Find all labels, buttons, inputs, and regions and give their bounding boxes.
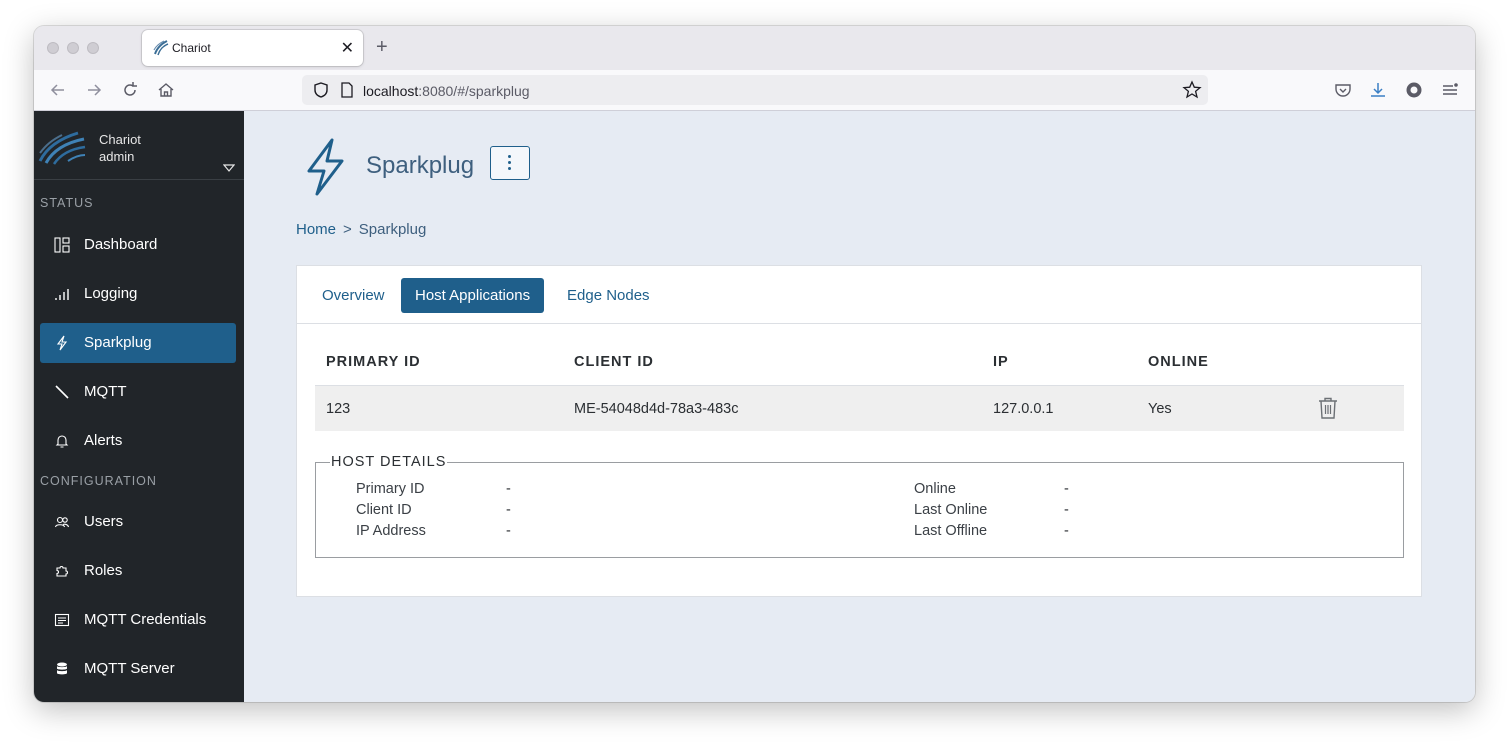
chariot-favicon-icon (153, 40, 169, 56)
sidebar-item-mqtt[interactable]: MQTT (40, 372, 236, 412)
sidebar-user-panel[interactable]: Chariot admin (34, 111, 244, 180)
sidebar-item-label: Logging (84, 285, 138, 302)
chariot-logo-icon (38, 131, 86, 165)
sidebar-item-alerts[interactable]: Alerts (40, 421, 236, 461)
chart-bars-icon (55, 289, 69, 300)
table-row[interactable]: 123 ME-54048d4d-78a3-483c 127.0.0.1 Yes (315, 385, 1404, 431)
sidebar-item-roles[interactable]: Roles (40, 551, 236, 591)
menu-icon[interactable] (1440, 80, 1460, 100)
detail-label-primary-id: Primary ID (356, 481, 425, 497)
cell-online: Yes (1148, 401, 1172, 417)
sidebar-item-users[interactable]: Users (40, 502, 236, 542)
breadcrumb-current: Sparkplug (358, 221, 427, 238)
pocket-icon[interactable] (1333, 80, 1353, 100)
page-title: Sparkplug (366, 152, 475, 179)
new-tab-plus-icon[interactable]: + (376, 36, 388, 59)
detail-value-online: - (1064, 481, 1069, 497)
page-info-icon[interactable] (340, 82, 354, 98)
column-header-client-id[interactable]: CLIENT ID (574, 354, 654, 370)
url-text[interactable]: localhost:8080/#/sparkplug (363, 83, 530, 99)
column-header-primary-id[interactable]: PRIMARY ID (326, 354, 421, 370)
detail-value-last-online: - (1064, 502, 1069, 518)
sidebar: Chariot admin STATUS Dashboard Logging S… (34, 111, 244, 702)
sidebar-item-sparkplug[interactable]: Sparkplug (40, 323, 236, 363)
puzzle-icon (56, 566, 68, 577)
tab-bar: Overview Host Applications Edge Nodes (297, 266, 1421, 324)
browser-navbar: localhost:8080/#/sparkplug (34, 70, 1475, 111)
lightning-icon (56, 335, 68, 351)
breadcrumb-separator: > (343, 221, 352, 238)
detail-label-client-id: Client ID (356, 502, 412, 518)
window-minimize-dot[interactable] (67, 42, 79, 54)
user-menu-caret-icon[interactable] (223, 163, 235, 173)
sidebar-item-mqtt-server[interactable]: MQTT Server (40, 649, 236, 689)
dashboard-icon (54, 237, 70, 253)
column-header-ip[interactable]: IP (993, 354, 1009, 370)
downloads-icon[interactable] (1368, 80, 1388, 100)
cell-primary-id: 123 (326, 401, 351, 417)
sidebar-section-configuration: CONFIGURATION (40, 474, 157, 488)
host-details-legend: HOST DETAILS (330, 454, 448, 470)
reload-icon[interactable] (120, 80, 140, 100)
tab-close-icon[interactable]: ✕ (341, 38, 354, 58)
detail-value-last-offline: - (1064, 523, 1069, 539)
sidebar-section-status: STATUS (40, 196, 94, 210)
url-bar[interactable]: localhost:8080/#/sparkplug (302, 75, 1208, 105)
main-content: Sparkplug Home > Sparkplug Overview Host A… (244, 111, 1475, 702)
slash-icon (55, 385, 69, 399)
forward-arrow-icon[interactable] (84, 80, 104, 100)
column-header-online[interactable]: ONLINE (1148, 354, 1209, 370)
sidebar-item-label: MQTT (84, 383, 127, 400)
browser-tab[interactable]: Chariot ✕ (142, 30, 363, 66)
tab-host-applications[interactable]: Host Applications (401, 278, 545, 313)
detail-label-last-offline: Last Offline (914, 523, 988, 539)
host-details-fieldset: HOST DETAILS Primary ID - Client ID - IP… (315, 454, 1404, 558)
sidebar-item-label: MQTT Server (84, 660, 175, 677)
detail-value-client-id: - (506, 502, 511, 518)
sidebar-item-label: Alerts (84, 432, 123, 449)
back-arrow-icon[interactable] (48, 80, 68, 100)
sidebar-item-label: Sparkplug (84, 334, 152, 351)
bookmark-star-icon[interactable] (1182, 80, 1202, 100)
detail-value-primary-id: - (506, 481, 511, 497)
database-icon (57, 662, 67, 675)
user-org: Chariot (99, 132, 141, 147)
detail-label-ip-address: IP Address (356, 523, 426, 539)
detail-value-ip-address: - (506, 523, 511, 539)
page-actions-button[interactable] (490, 146, 530, 180)
cell-ip: 127.0.0.1 (993, 401, 1054, 417)
sidebar-item-label: Users (84, 513, 124, 530)
breadcrumb-home-link[interactable]: Home (296, 221, 336, 238)
sidebar-item-mqtt-credentials[interactable]: MQTT Credentials (40, 600, 236, 640)
sidebar-item-label: Dashboard (84, 236, 158, 253)
sidebar-item-label: Roles (84, 562, 123, 579)
sidebar-item-dashboard[interactable]: Dashboard (40, 225, 236, 265)
browser-window: Chariot ✕ + localhost:8080/#/sparkplug C… (34, 26, 1475, 702)
users-icon (54, 516, 70, 528)
shield-icon[interactable] (312, 81, 330, 99)
home-icon[interactable] (156, 80, 176, 100)
browser-tab-strip: Chariot ✕ + (34, 26, 1475, 70)
sparkplug-card: Overview Host Applications Edge Nodes PR… (296, 265, 1422, 597)
sidebar-item-logging[interactable]: Logging (40, 274, 236, 314)
sidebar-item-label: MQTT Credentials (84, 611, 207, 628)
detail-label-online: Online (914, 481, 956, 497)
detail-label-last-online: Last Online (914, 502, 988, 518)
account-icon[interactable] (1404, 80, 1424, 100)
trash-icon[interactable] (1317, 396, 1339, 420)
breadcrumb: Home > Sparkplug (296, 221, 426, 238)
window-zoom-dot[interactable] (87, 42, 99, 54)
user-name: admin (99, 149, 135, 164)
kebab-dots-icon (508, 155, 511, 158)
cell-client-id: ME-54048d4d-78a3-483c (574, 401, 739, 417)
tab-overview[interactable]: Overview (308, 278, 399, 313)
browser-tab-title: Chariot (172, 41, 211, 55)
sparkplug-lightning-icon (307, 138, 344, 196)
tab-edge-nodes[interactable]: Edge Nodes (553, 278, 664, 313)
window-close-dot[interactable] (47, 42, 59, 54)
credentials-icon (54, 613, 70, 627)
bell-icon (55, 435, 69, 448)
